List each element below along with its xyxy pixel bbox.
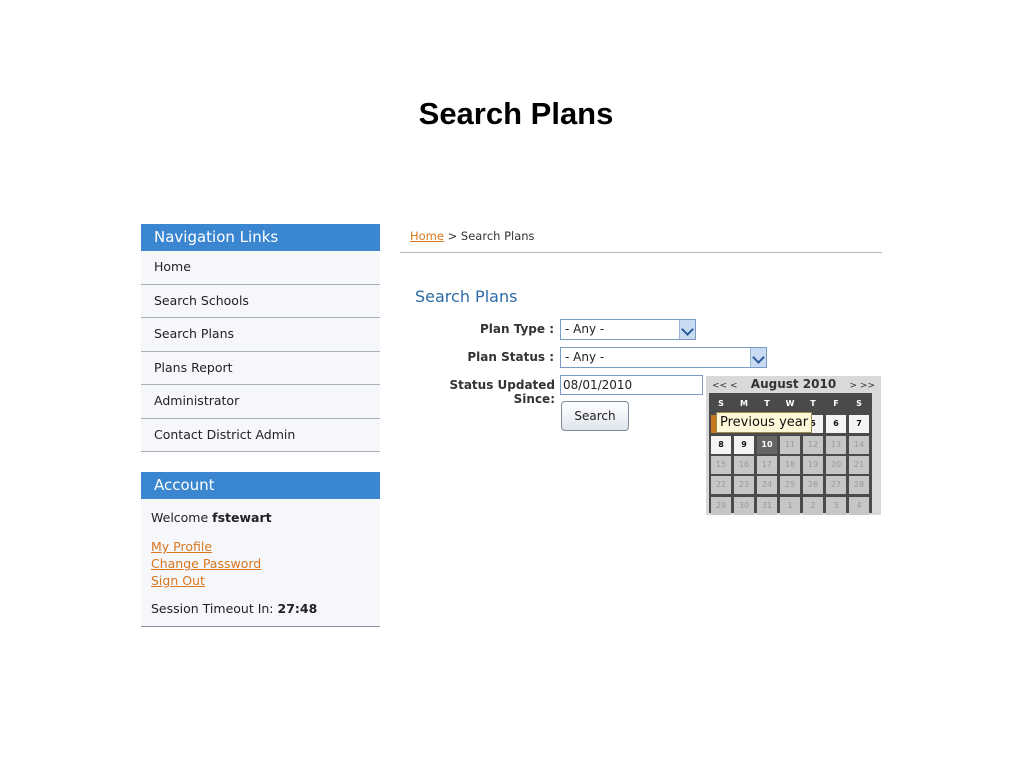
my-profile-link[interactable]: My Profile [151,538,370,555]
breadcrumb-divider [400,252,882,253]
calendar-day[interactable]: 6 [826,415,846,434]
calendar-weekday-header: T [764,399,770,408]
calendar-day[interactable]: 29 [711,496,731,515]
session-timeout-label: Session Timeout In: [151,601,274,616]
calendar-weekday-header: W [785,399,795,408]
calendar-day[interactable]: 23 [734,476,754,495]
calendar-day[interactable]: 3 [826,496,846,515]
nav-item-plans-report[interactable]: Plans Report [141,351,380,385]
welcome-text: Welcome fstewart [151,510,370,525]
breadcrumb-home-link[interactable]: Home [410,229,444,243]
calendar-day[interactable]: 15 [711,455,731,474]
calendar-next-nav[interactable]: > >> [850,381,875,391]
account-header: Account [141,472,380,499]
calendar-day[interactable]: 14 [849,435,869,454]
breadcrumb-current: Search Plans [460,229,535,243]
plan-status-select[interactable]: - Any - [560,347,767,368]
account-body: Welcome fstewart My Profile Change Passw… [141,499,380,627]
calendar-day[interactable]: 12 [803,435,823,454]
calendar-day[interactable]: 7 [849,415,869,434]
calendar-weekday-header: F [833,399,839,408]
chevron-down-icon[interactable] [679,320,695,339]
calendar-weekday-header: M [740,399,748,408]
calendar-day[interactable]: 27 [826,476,846,495]
calendar-day[interactable]: 19 [803,455,823,474]
nav-item-contact-district-admin[interactable]: Contact District Admin [141,418,380,452]
calendar-day[interactable]: 2 [803,496,823,515]
calendar-day[interactable]: 13 [826,435,846,454]
breadcrumb-separator: > [447,229,458,243]
sign-out-link[interactable]: Sign Out [151,572,370,589]
calendar-day[interactable]: 1 [780,496,800,515]
calendar-weekday-header: S [856,399,862,408]
calendar-day[interactable]: 20 [826,455,846,474]
search-button[interactable]: Search [561,401,629,431]
calendar-grid: SMTWTFS123456789101112131415161718192021… [709,393,872,515]
date-picker-calendar: << < August 2010 > >> SMTWTFS12345678910… [706,376,881,515]
calendar-day[interactable]: 31 [757,496,777,515]
nav-item-administrator[interactable]: Administrator [141,385,380,419]
plan-status-label: Plan Status : [467,350,554,364]
chevron-down-icon[interactable] [750,348,766,367]
slide-title: Search Plans [418,96,614,131]
welcome-prefix: Welcome [151,510,209,525]
calendar-day[interactable]: 30 [734,496,754,515]
change-password-link[interactable]: Change Password [151,555,370,572]
username: fstewart [212,510,272,525]
calendar-day[interactable]: 22 [711,476,731,495]
calendar-day[interactable]: 26 [803,476,823,495]
calendar-day[interactable]: 25 [780,476,800,495]
calendar-day[interactable]: 24 [757,476,777,495]
calendar-day[interactable]: 11 [780,435,800,454]
calendar-day[interactable]: 4 [849,496,869,515]
calendar-day[interactable]: 16 [734,455,754,474]
breadcrumb: Home > Search Plans [410,229,535,243]
calendar-day[interactable]: 21 [849,455,869,474]
calendar-weekday-header: T [810,399,816,408]
session-timeout: Session Timeout In: 27:48 [151,601,370,616]
calendar-weekday-header: S [718,399,724,408]
calendar-day[interactable]: 18 [780,455,800,474]
plan-status-value: - Any - [565,350,605,364]
status-updated-since-label: Status Updated Since: [449,378,555,406]
account-links: My Profile Change Password Sign Out [151,538,370,589]
nav-item-home[interactable]: Home [141,251,380,285]
session-timeout-value: 27:48 [277,601,318,616]
status-updated-since-input[interactable]: 08/01/2010 [560,375,703,395]
calendar-day[interactable]: 10 [757,435,777,454]
plan-type-label: Plan Type : [479,322,554,336]
calendar-day[interactable]: 28 [849,476,869,495]
nav-item-search-schools[interactable]: Search Schools [141,284,380,318]
calendar-day[interactable]: 17 [757,455,777,474]
previous-year-tooltip: Previous year [716,412,812,433]
account-panel: Account Welcome fstewart My Profile Chan… [141,472,380,627]
plan-type-value: - Any - [565,322,605,336]
nav-item-search-plans[interactable]: Search Plans [141,318,380,352]
form-title: Search Plans [415,287,518,306]
calendar-day[interactable]: 9 [734,435,754,454]
navigation-header: Navigation Links [141,224,380,251]
calendar-day[interactable]: 8 [711,435,731,454]
navigation-panel: Navigation Links Home Search Schools Sea… [141,224,380,452]
plan-type-select[interactable]: - Any - [560,319,696,340]
